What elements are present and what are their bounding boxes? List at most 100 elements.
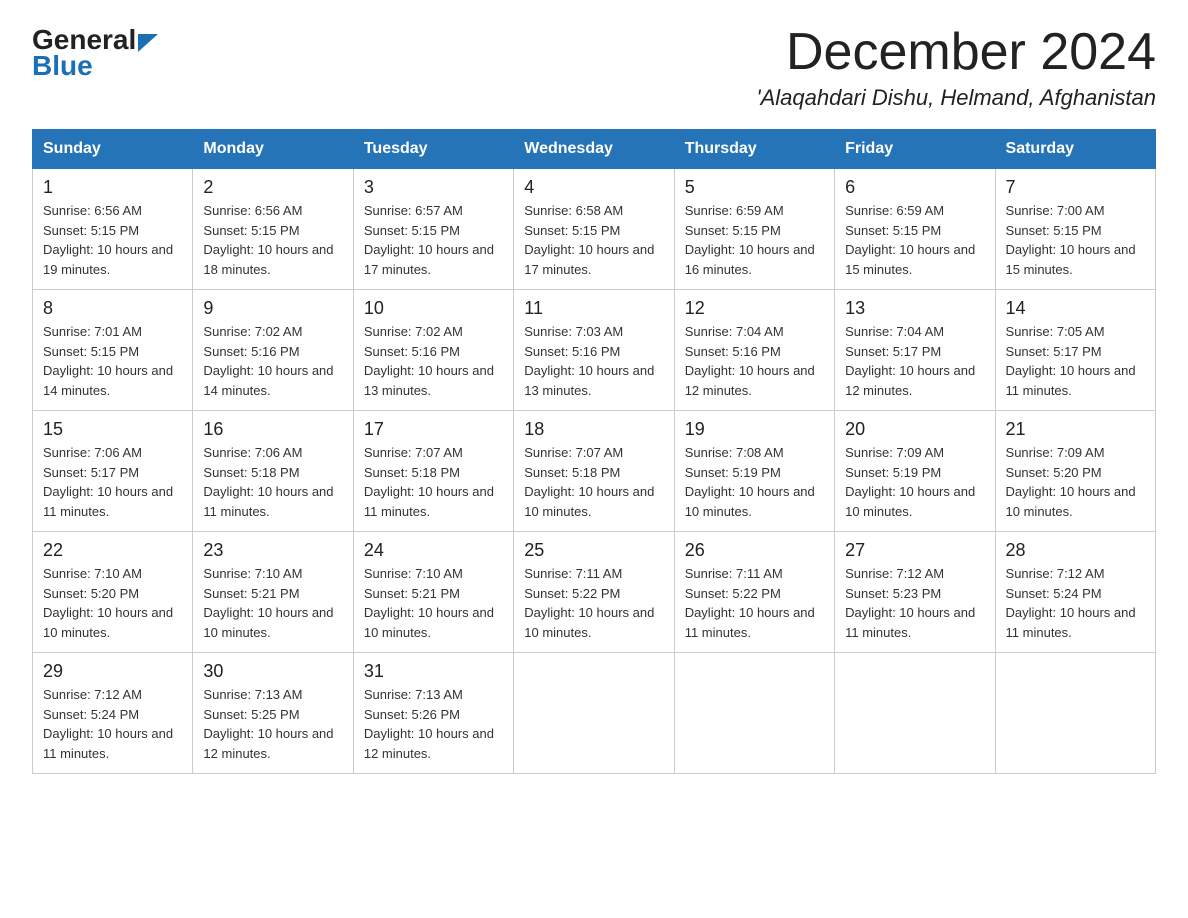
day-info: Sunrise: 7:01 AM Sunset: 5:15 PM Dayligh… — [43, 322, 182, 400]
day-number: 7 — [1006, 177, 1145, 198]
calendar-cell: 5 Sunrise: 6:59 AM Sunset: 5:15 PM Dayli… — [674, 169, 834, 290]
day-number: 1 — [43, 177, 182, 198]
day-number: 4 — [524, 177, 663, 198]
day-number: 20 — [845, 419, 984, 440]
calendar-cell: 7 Sunrise: 7:00 AM Sunset: 5:15 PM Dayli… — [995, 169, 1155, 290]
day-info: Sunrise: 7:02 AM Sunset: 5:16 PM Dayligh… — [203, 322, 342, 400]
day-number: 15 — [43, 419, 182, 440]
calendar-week-row: 22 Sunrise: 7:10 AM Sunset: 5:20 PM Dayl… — [33, 532, 1156, 653]
calendar-cell: 13 Sunrise: 7:04 AM Sunset: 5:17 PM Dayl… — [835, 290, 995, 411]
calendar-week-row: 1 Sunrise: 6:56 AM Sunset: 5:15 PM Dayli… — [33, 169, 1156, 290]
logo-triangle-icon — [138, 34, 158, 52]
calendar-week-row: 29 Sunrise: 7:12 AM Sunset: 5:24 PM Dayl… — [33, 653, 1156, 774]
day-number: 29 — [43, 661, 182, 682]
calendar-day-header: Wednesday — [514, 130, 674, 169]
calendar-day-header: Sunday — [33, 130, 193, 169]
day-info: Sunrise: 7:06 AM Sunset: 5:17 PM Dayligh… — [43, 443, 182, 521]
calendar-cell: 17 Sunrise: 7:07 AM Sunset: 5:18 PM Dayl… — [353, 411, 513, 532]
day-info: Sunrise: 6:59 AM Sunset: 5:15 PM Dayligh… — [685, 201, 824, 279]
calendar-cell: 16 Sunrise: 7:06 AM Sunset: 5:18 PM Dayl… — [193, 411, 353, 532]
calendar-cell — [674, 653, 834, 774]
day-info: Sunrise: 7:03 AM Sunset: 5:16 PM Dayligh… — [524, 322, 663, 400]
day-info: Sunrise: 7:04 AM Sunset: 5:16 PM Dayligh… — [685, 322, 824, 400]
calendar-cell: 1 Sunrise: 6:56 AM Sunset: 5:15 PM Dayli… — [33, 169, 193, 290]
day-info: Sunrise: 6:56 AM Sunset: 5:15 PM Dayligh… — [203, 201, 342, 279]
calendar-cell — [835, 653, 995, 774]
calendar-cell: 25 Sunrise: 7:11 AM Sunset: 5:22 PM Dayl… — [514, 532, 674, 653]
calendar-cell: 18 Sunrise: 7:07 AM Sunset: 5:18 PM Dayl… — [514, 411, 674, 532]
calendar-cell: 15 Sunrise: 7:06 AM Sunset: 5:17 PM Dayl… — [33, 411, 193, 532]
page-header: General Blue December 2024 'Alaqahdari D… — [32, 24, 1156, 111]
day-info: Sunrise: 7:13 AM Sunset: 5:26 PM Dayligh… — [364, 685, 503, 763]
page-title: December 2024 — [756, 24, 1156, 81]
calendar-day-header: Monday — [193, 130, 353, 169]
day-info: Sunrise: 7:13 AM Sunset: 5:25 PM Dayligh… — [203, 685, 342, 763]
day-info: Sunrise: 7:04 AM Sunset: 5:17 PM Dayligh… — [845, 322, 984, 400]
day-info: Sunrise: 7:12 AM Sunset: 5:24 PM Dayligh… — [1006, 564, 1145, 642]
day-number: 2 — [203, 177, 342, 198]
calendar-table: SundayMondayTuesdayWednesdayThursdayFrid… — [32, 129, 1156, 774]
title-block: December 2024 'Alaqahdari Dishu, Helmand… — [756, 24, 1156, 111]
calendar-day-header: Friday — [835, 130, 995, 169]
calendar-cell — [995, 653, 1155, 774]
day-info: Sunrise: 7:09 AM Sunset: 5:20 PM Dayligh… — [1006, 443, 1145, 521]
calendar-day-header: Thursday — [674, 130, 834, 169]
day-info: Sunrise: 7:06 AM Sunset: 5:18 PM Dayligh… — [203, 443, 342, 521]
day-info: Sunrise: 7:09 AM Sunset: 5:19 PM Dayligh… — [845, 443, 984, 521]
day-info: Sunrise: 7:12 AM Sunset: 5:24 PM Dayligh… — [43, 685, 182, 763]
calendar-cell: 24 Sunrise: 7:10 AM Sunset: 5:21 PM Dayl… — [353, 532, 513, 653]
page-subtitle: 'Alaqahdari Dishu, Helmand, Afghanistan — [756, 85, 1156, 111]
day-number: 16 — [203, 419, 342, 440]
day-number: 23 — [203, 540, 342, 561]
day-number: 26 — [685, 540, 824, 561]
day-info: Sunrise: 6:59 AM Sunset: 5:15 PM Dayligh… — [845, 201, 984, 279]
day-info: Sunrise: 6:56 AM Sunset: 5:15 PM Dayligh… — [43, 201, 182, 279]
day-number: 25 — [524, 540, 663, 561]
calendar-day-header: Tuesday — [353, 130, 513, 169]
day-info: Sunrise: 7:07 AM Sunset: 5:18 PM Dayligh… — [364, 443, 503, 521]
day-info: Sunrise: 7:11 AM Sunset: 5:22 PM Dayligh… — [524, 564, 663, 642]
day-info: Sunrise: 7:10 AM Sunset: 5:21 PM Dayligh… — [203, 564, 342, 642]
calendar-cell: 29 Sunrise: 7:12 AM Sunset: 5:24 PM Dayl… — [33, 653, 193, 774]
day-number: 31 — [364, 661, 503, 682]
calendar-cell: 6 Sunrise: 6:59 AM Sunset: 5:15 PM Dayli… — [835, 169, 995, 290]
day-info: Sunrise: 7:11 AM Sunset: 5:22 PM Dayligh… — [685, 564, 824, 642]
day-number: 6 — [845, 177, 984, 198]
calendar-cell: 31 Sunrise: 7:13 AM Sunset: 5:26 PM Dayl… — [353, 653, 513, 774]
day-number: 8 — [43, 298, 182, 319]
day-number: 3 — [364, 177, 503, 198]
calendar-cell: 10 Sunrise: 7:02 AM Sunset: 5:16 PM Dayl… — [353, 290, 513, 411]
day-info: Sunrise: 7:08 AM Sunset: 5:19 PM Dayligh… — [685, 443, 824, 521]
calendar-header-row: SundayMondayTuesdayWednesdayThursdayFrid… — [33, 130, 1156, 169]
day-number: 13 — [845, 298, 984, 319]
calendar-cell: 20 Sunrise: 7:09 AM Sunset: 5:19 PM Dayl… — [835, 411, 995, 532]
day-number: 12 — [685, 298, 824, 319]
calendar-cell: 21 Sunrise: 7:09 AM Sunset: 5:20 PM Dayl… — [995, 411, 1155, 532]
day-info: Sunrise: 7:05 AM Sunset: 5:17 PM Dayligh… — [1006, 322, 1145, 400]
calendar-cell: 11 Sunrise: 7:03 AM Sunset: 5:16 PM Dayl… — [514, 290, 674, 411]
calendar-cell: 19 Sunrise: 7:08 AM Sunset: 5:19 PM Dayl… — [674, 411, 834, 532]
calendar-cell: 8 Sunrise: 7:01 AM Sunset: 5:15 PM Dayli… — [33, 290, 193, 411]
day-number: 18 — [524, 419, 663, 440]
calendar-cell: 3 Sunrise: 6:57 AM Sunset: 5:15 PM Dayli… — [353, 169, 513, 290]
calendar-cell: 4 Sunrise: 6:58 AM Sunset: 5:15 PM Dayli… — [514, 169, 674, 290]
day-info: Sunrise: 7:07 AM Sunset: 5:18 PM Dayligh… — [524, 443, 663, 521]
logo: General Blue — [32, 24, 158, 82]
calendar-day-header: Saturday — [995, 130, 1155, 169]
calendar-week-row: 15 Sunrise: 7:06 AM Sunset: 5:17 PM Dayl… — [33, 411, 1156, 532]
calendar-cell: 9 Sunrise: 7:02 AM Sunset: 5:16 PM Dayli… — [193, 290, 353, 411]
day-number: 22 — [43, 540, 182, 561]
day-info: Sunrise: 7:10 AM Sunset: 5:20 PM Dayligh… — [43, 564, 182, 642]
day-number: 9 — [203, 298, 342, 319]
calendar-cell: 12 Sunrise: 7:04 AM Sunset: 5:16 PM Dayl… — [674, 290, 834, 411]
calendar-cell: 30 Sunrise: 7:13 AM Sunset: 5:25 PM Dayl… — [193, 653, 353, 774]
day-info: Sunrise: 7:02 AM Sunset: 5:16 PM Dayligh… — [364, 322, 503, 400]
day-info: Sunrise: 6:58 AM Sunset: 5:15 PM Dayligh… — [524, 201, 663, 279]
calendar-week-row: 8 Sunrise: 7:01 AM Sunset: 5:15 PM Dayli… — [33, 290, 1156, 411]
day-number: 24 — [364, 540, 503, 561]
calendar-cell: 22 Sunrise: 7:10 AM Sunset: 5:20 PM Dayl… — [33, 532, 193, 653]
day-number: 21 — [1006, 419, 1145, 440]
day-number: 14 — [1006, 298, 1145, 319]
day-number: 19 — [685, 419, 824, 440]
day-number: 27 — [845, 540, 984, 561]
